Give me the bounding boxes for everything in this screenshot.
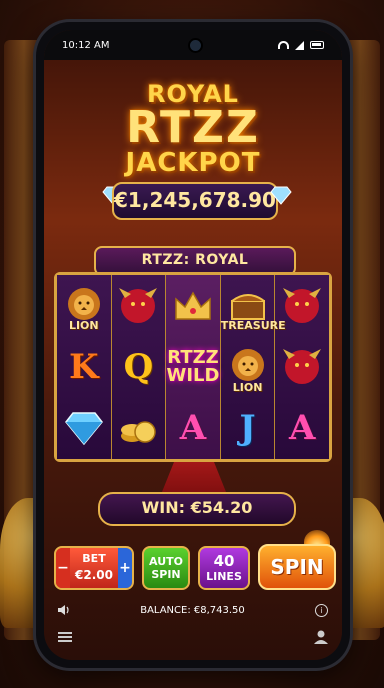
lines-button[interactable]: 40 LINES	[198, 546, 250, 590]
queen-symbol: Q	[123, 346, 154, 387]
lines-label: LINES	[206, 570, 242, 584]
user-icon[interactable]	[314, 630, 328, 644]
reel-5: A	[275, 275, 329, 459]
bet-label: BET	[82, 552, 106, 565]
bet-increase-button[interactable]: +	[118, 548, 132, 588]
win-display: WIN: €54.20	[98, 492, 296, 526]
reel-cell	[275, 275, 329, 336]
balance-text: BALANCE: €8,743.50	[140, 604, 245, 616]
reel-cell: A	[166, 398, 220, 459]
reel-1: LION K	[57, 275, 112, 459]
bet-decrease-button[interactable]: −	[56, 548, 70, 588]
battery-icon	[310, 41, 324, 49]
game-logo: ROYAL RTZZ JACKPOT	[44, 82, 342, 176]
treasure-chest-icon	[230, 293, 265, 320]
reel-cell	[275, 336, 329, 397]
reel-cell: TREASURE	[220, 275, 286, 336]
jack-symbol: J	[239, 408, 256, 449]
status-time: 10:12 AM	[62, 39, 110, 51]
reel-cell: K	[57, 336, 111, 397]
symbol-label: TREASURE	[220, 319, 286, 333]
lines-count: 40	[213, 552, 235, 571]
camera-notch	[188, 38, 203, 53]
auto-spin-button[interactable]: AUTO SPIN	[142, 546, 190, 590]
reel-cell	[166, 275, 220, 336]
crown-icon	[175, 291, 211, 320]
auto-spin-label-2: SPIN	[151, 568, 181, 581]
logo-line-jackpot: JACKPOT	[125, 148, 261, 178]
symbol-label: LION	[68, 319, 99, 333]
reel-cell: LION	[57, 275, 111, 336]
symbol-label: LION	[232, 380, 263, 394]
reel-cell: LION	[221, 336, 275, 397]
wild-symbol: RTZZ WILD	[166, 346, 220, 386]
ace-symbol: A	[179, 408, 207, 449]
reel-cell	[57, 398, 111, 459]
balance-bar: BALANCE: €8,743.50 i	[44, 600, 342, 620]
bet-control: − BET €2.00 +	[54, 546, 134, 590]
spin-button[interactable]: SPIN	[258, 544, 336, 590]
reel-2: Q	[111, 275, 167, 459]
king-symbol: K	[69, 346, 99, 387]
dragon-icon	[283, 348, 322, 384]
wifi-icon	[278, 41, 289, 49]
bottom-nav	[44, 625, 342, 649]
auto-spin-label-1: AUTO	[149, 554, 183, 568]
reel-4: TREASURE LION J	[220, 275, 286, 459]
jackpot-amount: €1,245,678.90	[112, 182, 278, 220]
game-screen: 10:12 AM ROYAL RTZZ JACKPOT €1,245,678.9…	[44, 30, 342, 660]
info-icon[interactable]: i	[315, 603, 328, 617]
diamond-icon	[270, 186, 292, 205]
dragon-icon	[119, 287, 158, 323]
reel-cell: RTZZ WILD	[166, 336, 220, 397]
bet-value: €2.00	[75, 568, 113, 582]
reel-3: RTZZ WILD A	[166, 275, 221, 459]
reel-cell: Q	[112, 336, 166, 397]
reel-grid: LION K Q RTZZ WILD A TREASURE LION J A	[54, 272, 332, 462]
sound-icon[interactable]	[58, 605, 70, 615]
gold-coins-icon	[121, 421, 157, 444]
diamond-icon	[64, 412, 103, 446]
reel-cell	[112, 275, 166, 336]
reel-cell: J	[221, 398, 275, 459]
dragon-icon	[283, 287, 322, 323]
control-panel: − BET €2.00 + AUTO SPIN 40 LINES SPIN	[54, 544, 336, 592]
phone-frame: 10:12 AM ROYAL RTZZ JACKPOT €1,245,678.9…	[36, 22, 350, 668]
signal-icon	[295, 40, 304, 50]
reel-cell	[112, 398, 166, 459]
status-icons	[278, 40, 324, 50]
logo-line-rtzz: RTZZ	[126, 102, 260, 153]
ace-symbol: A	[288, 408, 316, 449]
reel-cell: A	[275, 398, 329, 459]
menu-icon[interactable]	[58, 631, 72, 643]
